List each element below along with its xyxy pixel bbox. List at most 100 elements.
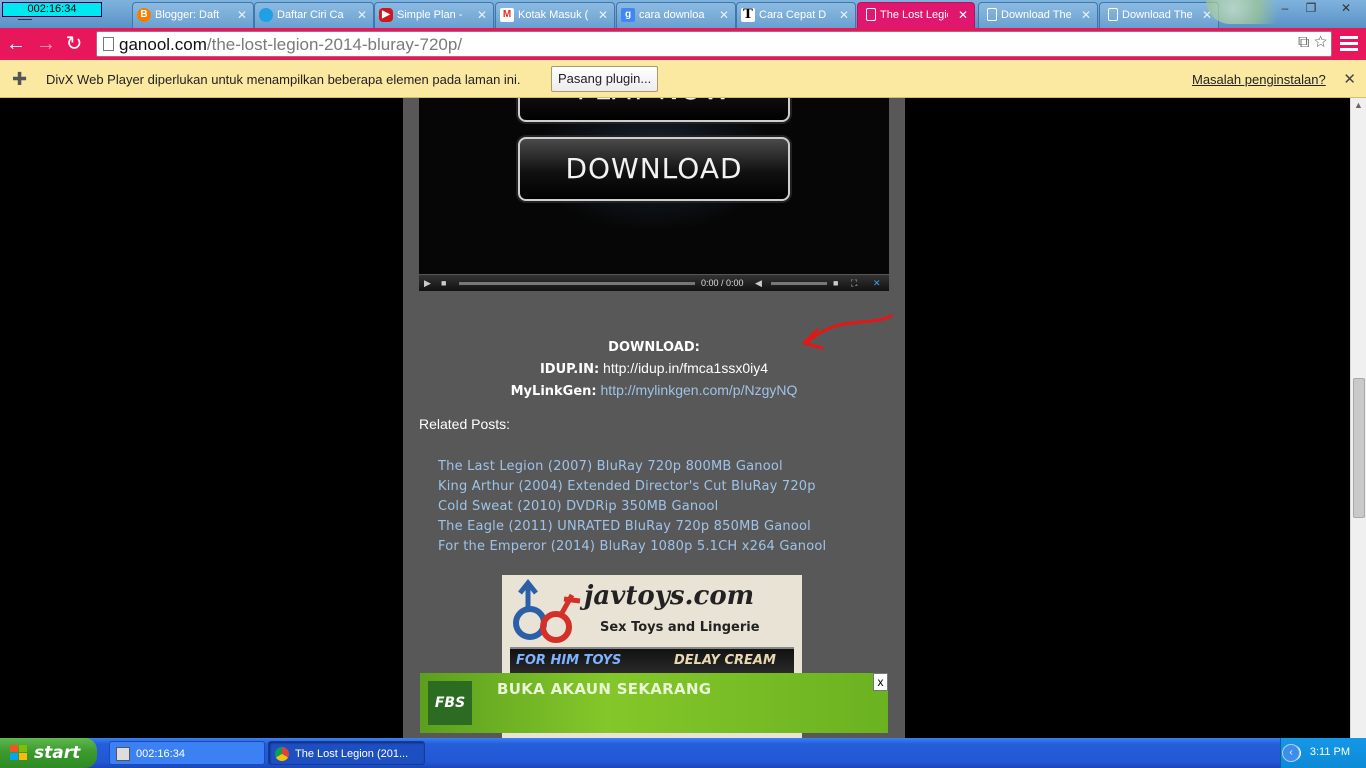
related-post-link[interactable]: The Last Legion (2007) BluRay 720p 800MB…	[438, 457, 826, 477]
idup-label: IDUP.IN:	[539, 362, 600, 377]
taskbar-item-clock[interactable]: 002:16:34	[109, 741, 265, 765]
tab-gmail[interactable]: M Kotak Masuk ( ✕	[495, 2, 615, 28]
fullscreen-icon[interactable]: ⛶	[851, 277, 857, 289]
tab-simple-plan[interactable]: ▶ Simple Plan - ✕	[374, 2, 494, 28]
address-bar[interactable]: ganool.com/the-lost-legion-2014-bluray-7…	[96, 31, 1332, 57]
show-hidden-icons-icon[interactable]: ‹	[1282, 744, 1300, 762]
overlay-clock: 002:16:34	[2, 2, 102, 17]
volume-slider[interactable]	[771, 282, 827, 285]
browser-toolbar: ← → ↻ ganool.com/the-lost-legion-2014-bl…	[0, 28, 1366, 60]
forward-button[interactable]: →	[34, 32, 58, 56]
close-icon[interactable]: ✕	[598, 3, 608, 27]
task-label: The Lost Legion (201...	[295, 748, 409, 760]
tab-label: Simple Plan -	[397, 9, 463, 21]
tab-label: Download The	[1122, 9, 1192, 21]
tab-strip: 002:16:34 B Blogger: Daft ✕ Daftar Ciri …	[0, 0, 1366, 28]
start-button[interactable]: start	[0, 738, 97, 768]
url-path: /the-lost-legion-2014-bluray-720p/	[206, 35, 463, 54]
download-button[interactable]: DOWNLOAD	[518, 137, 790, 201]
tab-download-1[interactable]: Download The ✕	[978, 2, 1098, 28]
tray-clock: 3:11 PM	[1309, 746, 1350, 758]
settings-icon[interactable]: ■	[833, 277, 838, 289]
close-icon[interactable]: ✕	[1081, 3, 1091, 27]
tab-label: The Lost Legio	[880, 9, 948, 21]
close-icon[interactable]: ✕	[1343, 70, 1356, 88]
related-post-link[interactable]: King Arthur (2004) Extended Director's C…	[438, 477, 826, 497]
fbs-ad-text: BUKA AKAUN SEKARANG	[497, 680, 712, 698]
t-letter-icon: T	[741, 8, 755, 22]
time-readout: 0:00 / 0:00	[701, 278, 744, 288]
tab-label: Kotak Masuk (	[518, 9, 588, 21]
taskbar-item-chrome[interactable]: The Lost Legion (201...	[268, 741, 425, 765]
page-icon	[866, 8, 876, 21]
mylinkgen-link[interactable]: http://mylinkgen.com/p/NzgyNQ	[601, 382, 798, 398]
install-help-link[interactable]: Masalah penginstalan?	[1192, 72, 1326, 87]
close-icon[interactable]: ✕	[719, 3, 729, 27]
url-host: ganool.com	[119, 35, 207, 54]
puzzle-piece-icon: ✚	[12, 69, 28, 89]
overlay-divider	[18, 19, 32, 20]
related-posts-list: The Last Legion (2007) BluRay 720p 800MB…	[438, 457, 826, 557]
tab-download-2[interactable]: Download The ✕	[1099, 2, 1219, 28]
scroll-up-icon[interactable]: ▲	[1354, 100, 1363, 110]
idup-url[interactable]: http://idup.in/fmca1ssx0iy4	[603, 360, 768, 376]
video-player[interactable]: PLAY NOW DOWNLOAD ▶ ■ 0:00 / 0:00 ◀ ■ ⛶ …	[419, 98, 889, 291]
divx-logo-icon[interactable]: ✕	[873, 277, 881, 289]
windows-flag-icon	[10, 745, 28, 761]
seek-bar[interactable]	[459, 282, 695, 285]
fbs-logo: FBS	[428, 681, 472, 725]
app-window-icon	[116, 747, 130, 761]
ad-tagline: Sex Toys and Lingerie	[600, 620, 760, 635]
fbs-ad-banner[interactable]: FBS BUKA AKAUN SEKARANG x	[420, 673, 888, 733]
star-icon[interactable]: ☆	[1314, 34, 1327, 51]
player-controls: ▶ ■ 0:00 / 0:00 ◀ ■ ⛶ ✕	[419, 274, 889, 291]
reload-button[interactable]: ↻	[62, 32, 86, 56]
ad-product-strip: FOR HIM TOYS DELAY CREAM	[510, 647, 794, 673]
tab-label: Daftar Ciri Ca	[277, 9, 344, 21]
related-post-link[interactable]: Cold Sweat (2010) DVDRip 350MB Ganool	[438, 497, 826, 517]
ad-brand: javtoys.com	[584, 581, 755, 611]
youtube-icon: ▶	[379, 8, 393, 22]
download-heading: DOWNLOAD:	[608, 340, 700, 355]
play-now-button[interactable]: PLAY NOW	[518, 98, 790, 122]
download-links: DOWNLOAD: IDUP.IN: http://idup.in/fmca1s…	[403, 336, 905, 402]
back-button[interactable]: ←	[4, 32, 28, 56]
install-plugin-button[interactable]: Pasang plugin...	[551, 66, 659, 92]
related-post-link[interactable]: The Eagle (2011) UNRATED BluRay 720p 850…	[438, 517, 826, 537]
menu-icon[interactable]	[1338, 33, 1360, 55]
plugin-infobar: ✚ DivX Web Player diperlukan untuk menam…	[0, 60, 1366, 98]
related-posts-title: Related Posts:	[419, 416, 511, 432]
close-icon[interactable]: ✕	[958, 3, 968, 27]
close-icon[interactable]: ✕	[237, 3, 247, 27]
gender-symbols-logo	[513, 578, 581, 643]
tab-daftar-ciri[interactable]: Daftar Ciri Ca ✕	[254, 2, 374, 28]
close-icon[interactable]: ✕	[839, 3, 849, 27]
close-icon[interactable]: ✕	[357, 3, 367, 27]
stop-icon[interactable]: ■	[441, 277, 446, 289]
tab-label: Blogger: Daft	[155, 9, 220, 21]
ad-strip-left: FOR HIM TOYS	[516, 653, 622, 668]
translate-icon[interactable]: ⧉	[1298, 34, 1309, 51]
omnibox-actions: ⧉ ☆	[1298, 34, 1327, 52]
globe-icon	[259, 8, 273, 22]
gmail-icon: M	[500, 8, 514, 22]
page-scrollbar[interactable]: ▲	[1350, 98, 1366, 738]
task-label: 002:16:34	[136, 748, 185, 760]
tab-label: cara downloa	[639, 9, 705, 21]
tab-cara-cepat[interactable]: T Cara Cepat D ✕	[736, 2, 856, 28]
tab-google-search[interactable]: g cara downloa ✕	[616, 2, 736, 28]
close-window-icon[interactable]: ✕	[1326, 0, 1366, 16]
restore-icon[interactable]: ❐	[1300, 0, 1322, 16]
tab-label: Download The	[1001, 9, 1071, 21]
tab-the-lost-legion[interactable]: The Lost Legio ✕	[857, 2, 975, 28]
related-post-link[interactable]: For the Emperor (2014) BluRay 1080p 5.1C…	[438, 537, 826, 557]
tab-label: Cara Cepat D	[759, 9, 827, 21]
scroll-thumb[interactable]	[1353, 378, 1365, 518]
minimize-icon[interactable]: –	[1274, 0, 1296, 16]
tab-blogger[interactable]: B Blogger: Daft ✕	[132, 2, 254, 28]
close-icon[interactable]: ✕	[477, 3, 487, 27]
close-ad-button[interactable]: x	[873, 673, 888, 691]
volume-icon[interactable]: ◀	[755, 277, 762, 289]
post-content: PLAY NOW DOWNLOAD ▶ ■ 0:00 / 0:00 ◀ ■ ⛶ …	[403, 98, 905, 738]
play-icon[interactable]: ▶	[424, 277, 431, 289]
